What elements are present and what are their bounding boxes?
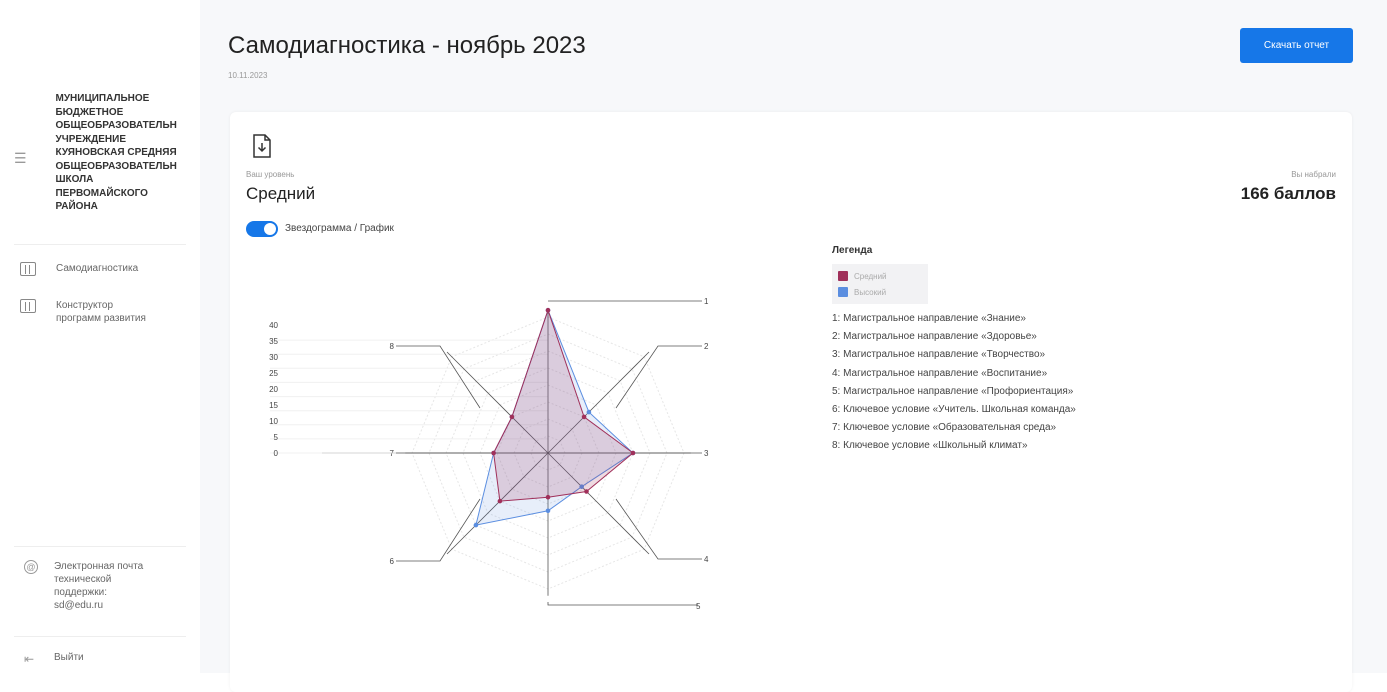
axis-leader-line [615, 345, 702, 409]
sidebar-divider [14, 244, 186, 245]
legend-title: Легенда [832, 245, 873, 256]
legend-series-box: Средний Высокий [832, 264, 928, 304]
data-point [586, 409, 592, 415]
legend-swatch [838, 287, 848, 297]
data-point [497, 498, 503, 504]
legend-entry[interactable]: Высокий [838, 284, 922, 300]
page-date: 10.11.2023 [228, 71, 268, 80]
axis-description-item: 5: Магистральное направление «Профориент… [832, 385, 1074, 397]
sidebar-divider [14, 636, 186, 637]
download-report-button[interactable]: Скачать отчет [1240, 28, 1353, 63]
axis-leader-line [547, 602, 698, 606]
sidebar-item-program-builder[interactable]: Конструктор программ развития [20, 299, 146, 325]
scale-tick-label: 5 [274, 433, 279, 442]
axis-leader-line [396, 498, 481, 562]
scale-tick-label: 15 [269, 401, 278, 410]
axis-description-item: 1: Магистральное направление «Знание» [832, 313, 1026, 324]
org-block: ☰ МУНИЦИПАЛЬНОЕ БЮДЖЕТНОЕ ОБЩЕОБРАЗОВАТЕ… [14, 92, 200, 214]
score-value: 166 баллов [1240, 184, 1336, 203]
at-icon: @ [24, 560, 38, 574]
logout-button[interactable]: ⇤ Выйти [24, 652, 84, 666]
sidebar-item-label: Самодиагностика [56, 263, 139, 274]
axis-description-item: 6: Ключевое условие «Учитель. Школьная к… [832, 404, 1076, 416]
series-area [493, 308, 634, 502]
scale-tick-label: 0 [274, 449, 279, 458]
legend-swatch [838, 271, 848, 281]
axis-label: 4 [704, 555, 709, 564]
data-point [473, 522, 479, 528]
sidebar-item-selfdiagnostics[interactable]: Самодиагностика [20, 262, 138, 276]
data-point [584, 489, 589, 494]
logout-label: Выйти [54, 652, 84, 663]
axis-label: 6 [390, 557, 395, 566]
axis-description-item: 2: Магистральное направление «Здоровье» [832, 331, 1037, 343]
axis-leader-line [615, 498, 702, 560]
legend-series-name: Средний [854, 271, 887, 281]
result-card: Ваш уровень Средний Вы набрали 166 балло… [230, 112, 1352, 692]
axis-description-item: 3: Магистральное направление «Творчество… [832, 349, 1046, 361]
axis-description-item: 8: Ключевое условие «Школьный климат» [832, 440, 1028, 452]
axis-label: 7 [390, 449, 395, 458]
axis-label: 8 [390, 342, 395, 351]
org-name: МУНИЦИПАЛЬНОЕ БЮДЖЕТНОЕ ОБЩЕОБРАЗОВАТЕЛЬ… [55, 93, 177, 212]
sidebar-item-label: Конструктор программ развития [56, 300, 146, 324]
legend-entry[interactable]: Средний [838, 268, 922, 284]
data-point [581, 414, 587, 420]
axis-label: 5 [696, 602, 701, 611]
scale-tick-label: 25 [269, 369, 278, 378]
axis-description-item: 7: Ключевое условие «Образовательная сре… [832, 422, 1057, 434]
hamburger-menu-icon[interactable]: ☰ [14, 150, 35, 167]
book-icon [20, 299, 36, 313]
radar-chart: 40 35 30 25 20 15 10 5 0 1 2 3 4 5 6 7 8 [269, 297, 709, 611]
book-icon [20, 262, 36, 276]
scale-tick-label: 30 [269, 353, 278, 362]
page-title: Самодиагностика - ноябрь 2023 [228, 32, 586, 59]
legend-series-name: Высокий [854, 287, 887, 297]
logout-icon: ⇤ [24, 652, 35, 666]
data-point [545, 307, 551, 313]
data-point [509, 414, 515, 420]
data-point [545, 494, 551, 500]
axis-label: 2 [704, 342, 709, 351]
axis-label: 3 [704, 449, 709, 458]
scale-tick-label: 10 [269, 417, 278, 426]
scale-tick-label: 35 [269, 337, 278, 346]
data-point [630, 450, 636, 456]
sidebar-divider [14, 546, 186, 547]
data-point [545, 508, 551, 514]
axis-descriptions: 1: Магистральное направление «Знание» 2:… [832, 310, 1076, 456]
scale-tick-label: 20 [269, 385, 278, 394]
axis-leader-line [396, 345, 481, 409]
axis-description-item: 4: Магистральное направление «Воспитание… [832, 367, 1048, 379]
support-email[interactable]: @ Электронная почта технической поддержк… [24, 560, 143, 612]
main-content: Самодиагностика - ноябрь 2023 10.11.2023… [200, 0, 1387, 692]
legend: Легенда Средний Высокий 1: Магистральное… [832, 245, 1076, 456]
axis-label: 1 [704, 297, 709, 306]
support-text: Электронная почта технической поддержки:… [54, 561, 144, 611]
data-point [491, 450, 496, 456]
sidebar: ☰ МУНИЦИПАЛЬНОЕ БЮДЖЕТНОЕ ОБЩЕОБРАЗОВАТЕ… [0, 0, 200, 673]
scale-tick-label: 40 [269, 321, 278, 330]
score-label: Вы набрали [1291, 170, 1336, 179]
